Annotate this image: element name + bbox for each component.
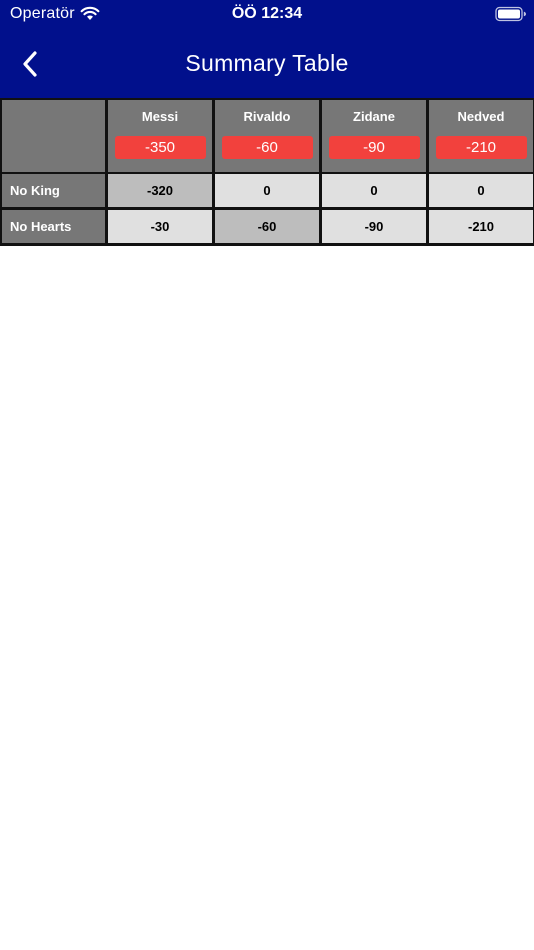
player-name: Rivaldo: [243, 109, 291, 124]
score-cell: -60: [215, 210, 319, 243]
status-clock: ÖÖ 12:34: [231, 5, 303, 22]
top-bar: Operatör ÖÖ 12:34 Summary Table: [0, 0, 534, 98]
player-header-messi: Messi -350: [108, 100, 212, 172]
player-header-zidane: Zidane -90: [322, 100, 426, 172]
player-total-badge: -60: [221, 136, 313, 159]
table-corner-cell: [2, 100, 105, 172]
player-name: Zidane: [353, 109, 395, 124]
score-cell: 0: [429, 174, 533, 207]
score-cell: 0: [322, 174, 426, 207]
status-bar: Operatör ÖÖ 12:34: [0, 0, 534, 30]
player-name: Nedved: [457, 109, 505, 124]
row-label-no-hearts: No Hearts: [2, 210, 105, 243]
player-total-badge: -350: [114, 136, 206, 159]
score-cell: -320: [108, 174, 212, 207]
player-name: Messi: [141, 109, 179, 124]
summary-table: Messi -350 Rivaldo -60 Zidane -90 Nedved…: [0, 98, 534, 246]
page-title: Summary Table: [185, 50, 349, 76]
score-cell: -30: [108, 210, 212, 243]
score-cell: 0: [215, 174, 319, 207]
player-total-badge: -90: [328, 136, 420, 159]
score-cell: -90: [322, 210, 426, 243]
score-cell: -210: [429, 210, 533, 243]
battery-full-icon: [495, 6, 526, 22]
row-label-no-king: No King: [2, 174, 105, 207]
player-header-rivaldo: Rivaldo -60: [215, 100, 319, 172]
navigation-bar: Summary Table: [0, 30, 534, 98]
player-total-badge: -210: [435, 136, 527, 159]
player-header-nedved: Nedved -210: [429, 100, 533, 172]
summary-table-screen: Operatör ÖÖ 12:34 Summary Table Messi -3…: [0, 0, 534, 950]
